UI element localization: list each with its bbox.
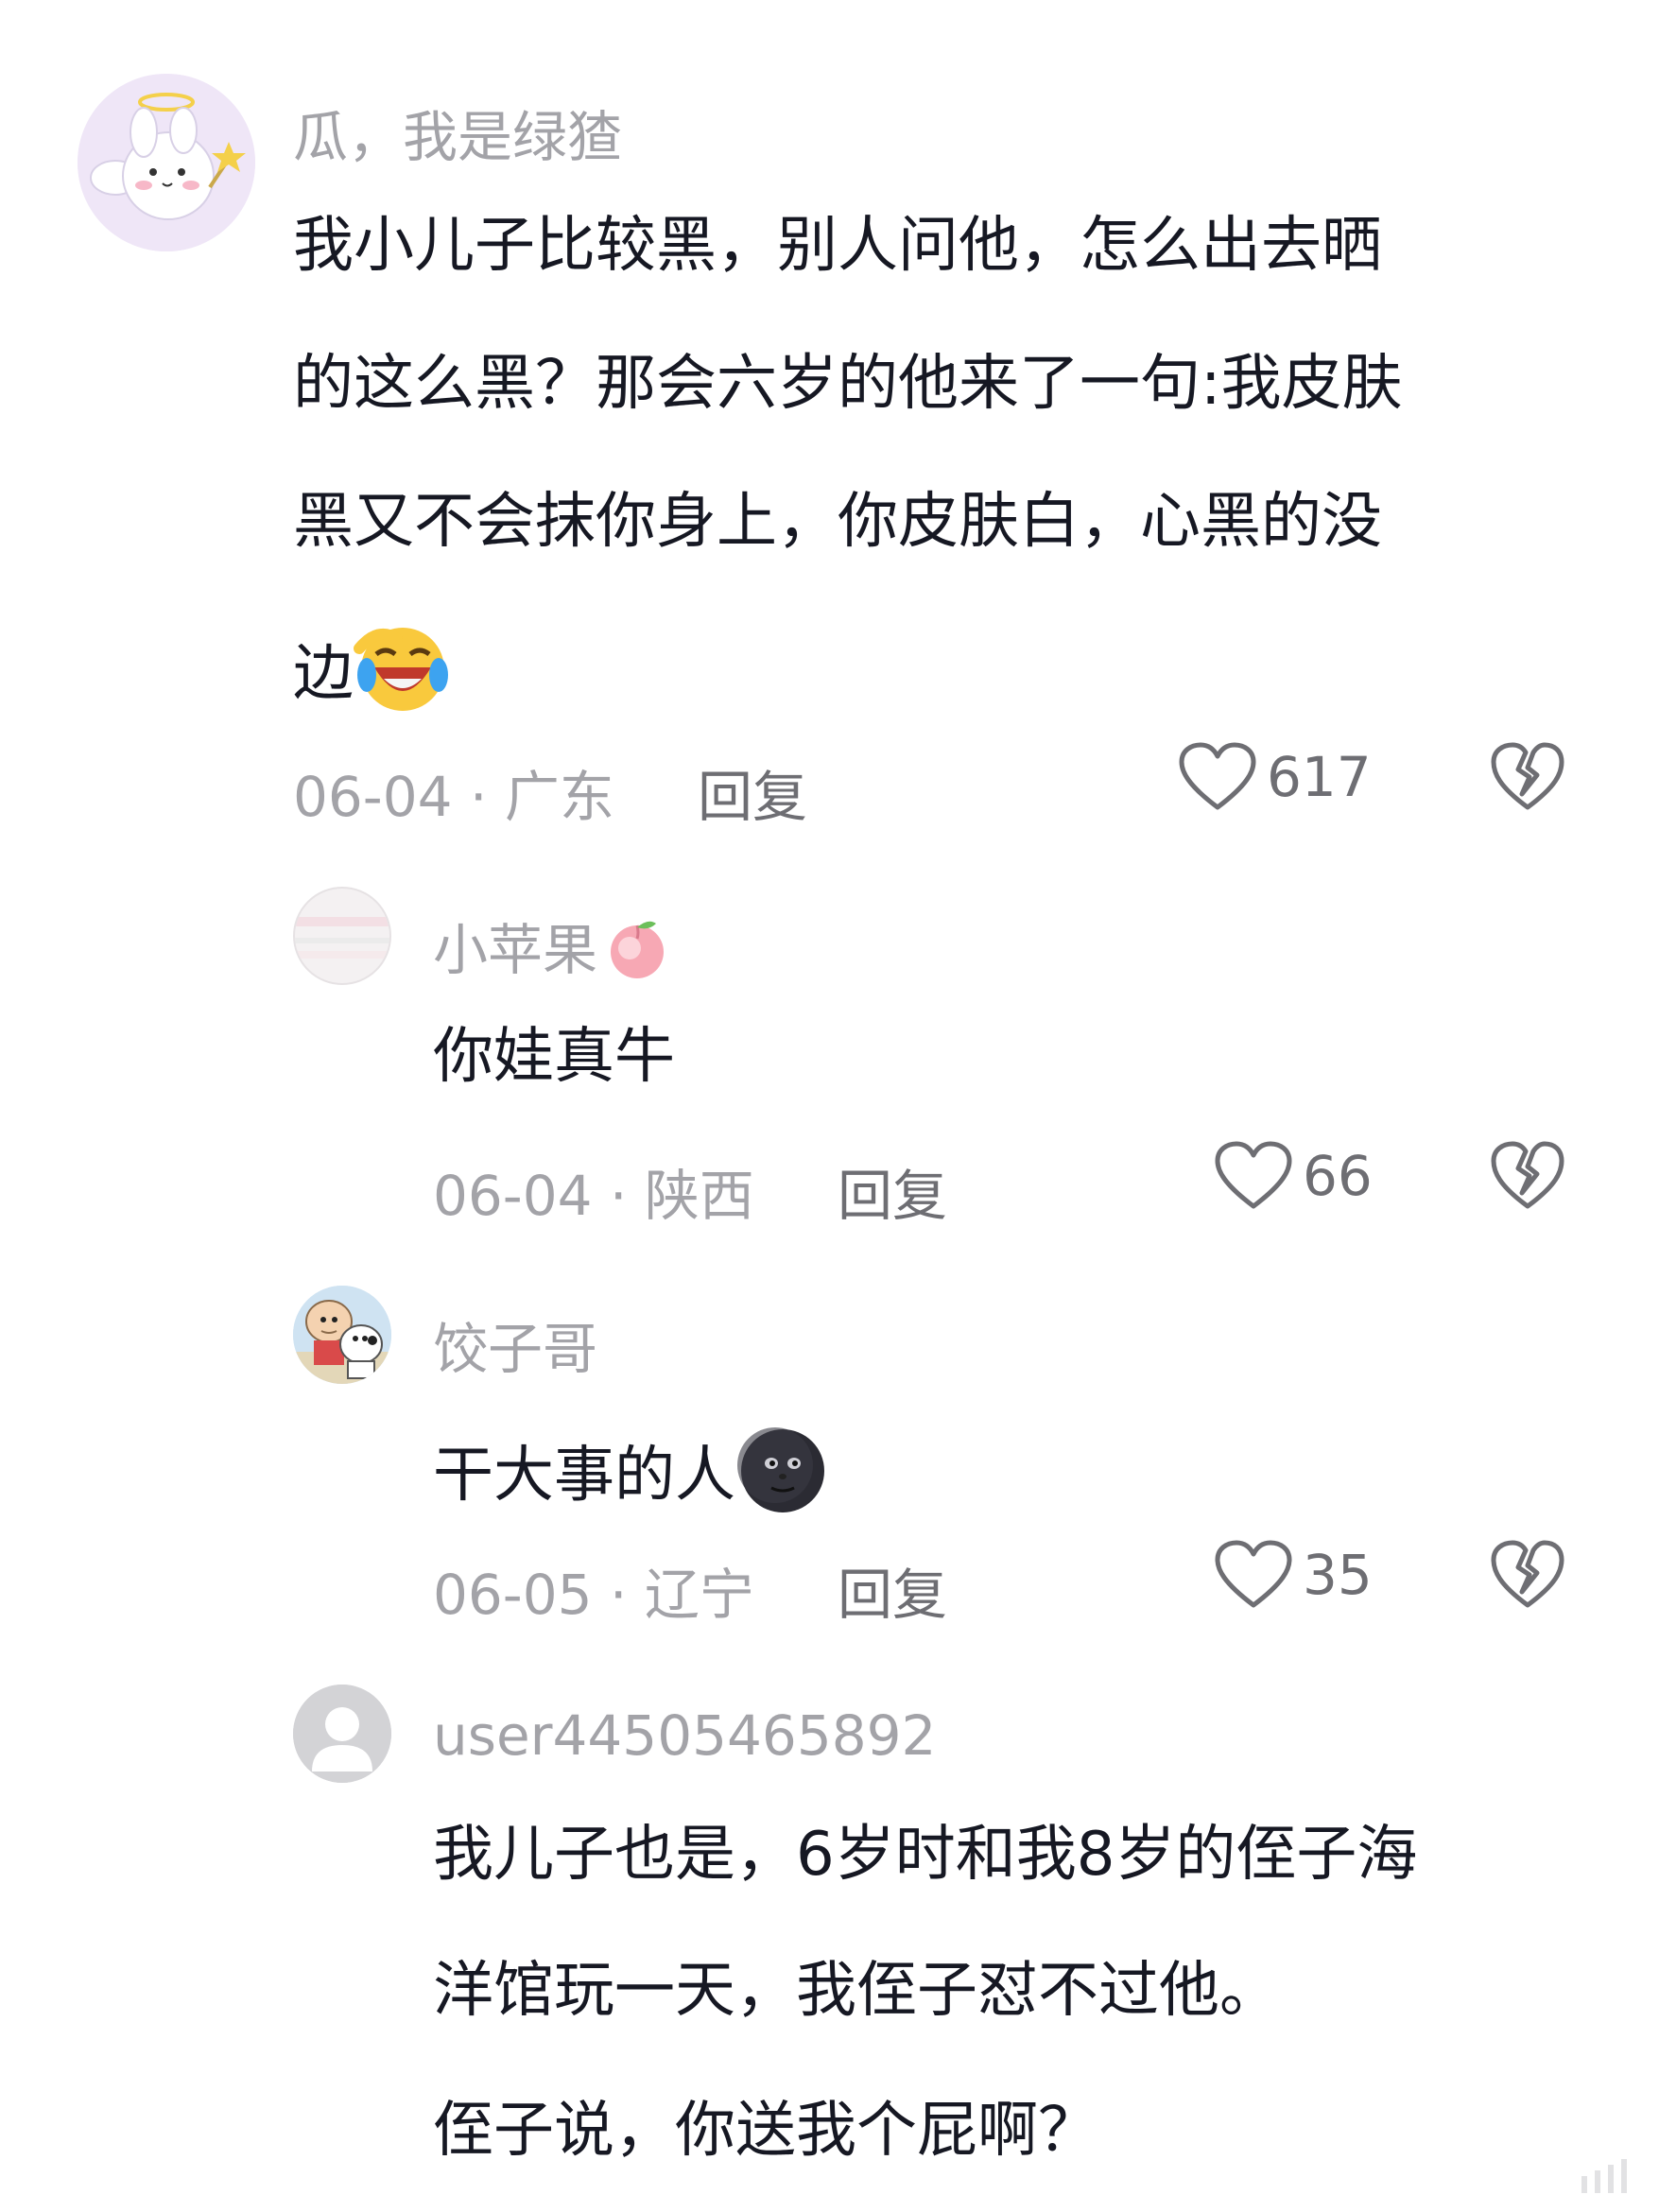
like-count: 617 [1267,745,1372,809]
heart-outline-icon [1215,1141,1292,1209]
username-text: 小苹果 [433,918,598,982]
comment-text-line: 的这么黑？那会六岁的他来了一句:我皮肤 [293,349,1403,419]
watermark-decoration [1581,2159,1627,2193]
like-count: 35 [1303,1543,1373,1607]
comment-text-segment: 边 [293,639,354,709]
comment-text-line: 干大事的人 [433,1426,828,1516]
new-moon-face-emoji [737,1426,828,1516]
comment-date: 06-04 [293,765,453,829]
comment-username[interactable]: 瓜，我是绿猹 [293,93,622,172]
peach-emoji [601,910,673,982]
like-button[interactable]: 35 [1214,1539,1373,1611]
new-moon-face-icon [737,1427,824,1512]
avatar[interactable] [293,1685,391,1783]
comment-text-line: 我儿子也是，6岁时和我8岁的侄子海 [433,1820,1418,1890]
like-button[interactable]: 66 [1214,1140,1373,1212]
comment-location: 辽宁 [644,1563,754,1627]
comment-text-line: 边 [293,620,448,715]
reply-button[interactable]: 回复 [838,1550,947,1630]
comment-text-line: 你娃真牛 [433,1022,675,1092]
comment-username[interactable]: user44505465892 [433,1703,936,1768]
comment-text-line: 侄子说，你送我个屁啊？ [433,2096,1098,2166]
comment-text-line: 黑又不会抹你身上，你皮肤白，心黑的没 [293,487,1382,557]
watermark-bar [1621,2159,1627,2193]
cartoon-avatar-icon [293,1286,391,1384]
dislike-button[interactable] [1490,1140,1565,1216]
bunny-angel-avatar-icon [78,74,255,251]
broken-heart-icon [1491,742,1564,810]
like-count: 66 [1303,1144,1373,1208]
avatar[interactable] [78,74,255,251]
comment-date: 06-05 [433,1563,593,1627]
comment-meta: 06-05 · 辽宁 [433,1550,754,1630]
peach-icon [611,921,665,978]
dislike-button[interactable] [1490,1539,1565,1615]
striped-avatar-icon [295,917,389,959]
comment-text-line: 洋馆玩一天，我侄子怼不过他。 [433,1956,1280,2026]
watermark-bar [1581,2176,1587,2193]
comment-location: 广东 [504,765,614,829]
dislike-button[interactable] [1490,741,1565,817]
avatar[interactable] [293,1286,391,1384]
broken-heart-icon [1491,1540,1564,1608]
laughing-crying-emoji [354,620,448,715]
heart-outline-icon [1179,742,1256,810]
meta-separator: · [609,1563,628,1627]
watermark-bar [1608,2165,1614,2193]
comment-text-line: 我小儿子比较黑，别人问他，怎么出去晒 [293,211,1382,281]
comment-meta: 06-04 · 陕西 [433,1151,754,1231]
broken-heart-icon [1491,1141,1564,1209]
watermark-bar [1595,2170,1600,2193]
meta-separator: · [609,1164,628,1228]
laughing-crying-emoji-icon [354,628,448,711]
reply-button[interactable]: 回复 [698,752,807,832]
comment-username[interactable]: 饺子哥 [433,1305,597,1384]
reply-button[interactable]: 回复 [838,1151,947,1231]
meta-separator: · [469,765,488,829]
default-user-icon [293,1685,391,1783]
like-button[interactable]: 617 [1178,741,1372,813]
comment-username[interactable]: 小苹果 [433,906,673,985]
comment-meta: 06-04 · 广东 [293,752,614,832]
avatar[interactable] [293,887,391,985]
heart-outline-icon [1215,1540,1292,1608]
comment-text-segment: 干大事的人 [433,1441,735,1511]
comment-location: 陕西 [644,1164,754,1228]
comment-date: 06-04 [433,1164,593,1228]
